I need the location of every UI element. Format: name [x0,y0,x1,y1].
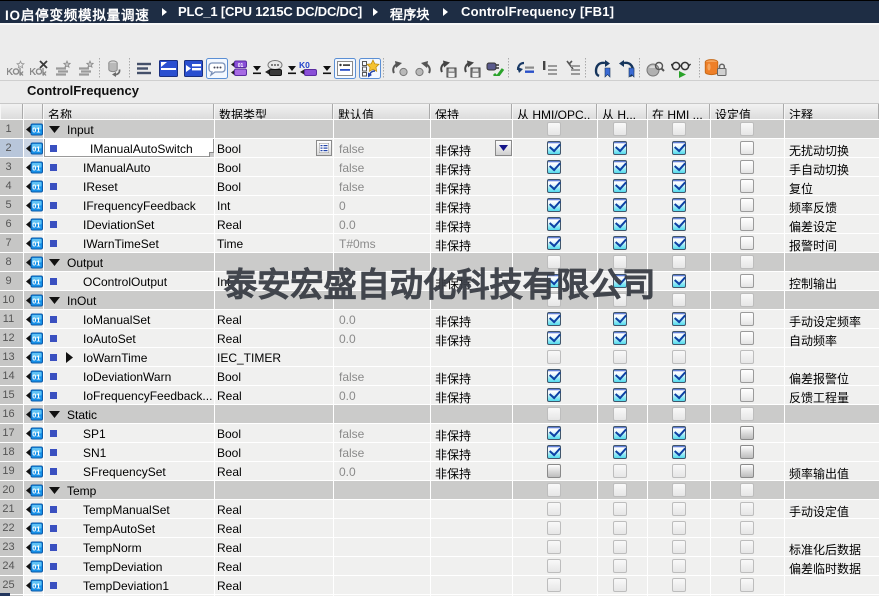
svg-text:01: 01 [32,525,40,534]
svg-text:01: 01 [32,544,40,553]
svg-text:01: 01 [32,183,40,192]
svg-text:01: 01 [32,164,40,173]
svg-text:01: 01 [32,487,40,496]
svg-text:01: 01 [32,316,40,325]
svg-text:01: 01 [32,278,40,287]
svg-text:01: 01 [32,468,40,477]
svg-text:01: 01 [32,506,40,515]
svg-text:01: 01 [32,259,40,268]
svg-text:01: 01 [32,582,40,591]
svg-text:01: 01 [32,411,40,420]
svg-text:01: 01 [32,126,40,135]
svg-text:K0: K0 [299,60,310,70]
svg-text:01: 01 [32,335,40,344]
svg-text:01: 01 [238,63,244,69]
svg-text:01: 01 [32,449,40,458]
svg-text:01: 01 [32,430,40,439]
svg-text:01: 01 [32,373,40,382]
svg-text:01: 01 [32,297,40,306]
svg-text:01: 01 [32,221,40,230]
svg-text:01: 01 [32,202,40,211]
svg-text:01: 01 [32,392,40,401]
svg-text:01: 01 [32,354,40,363]
svg-text:01: 01 [32,145,40,154]
svg-text:01: 01 [32,240,40,249]
svg-text:01: 01 [32,563,40,572]
